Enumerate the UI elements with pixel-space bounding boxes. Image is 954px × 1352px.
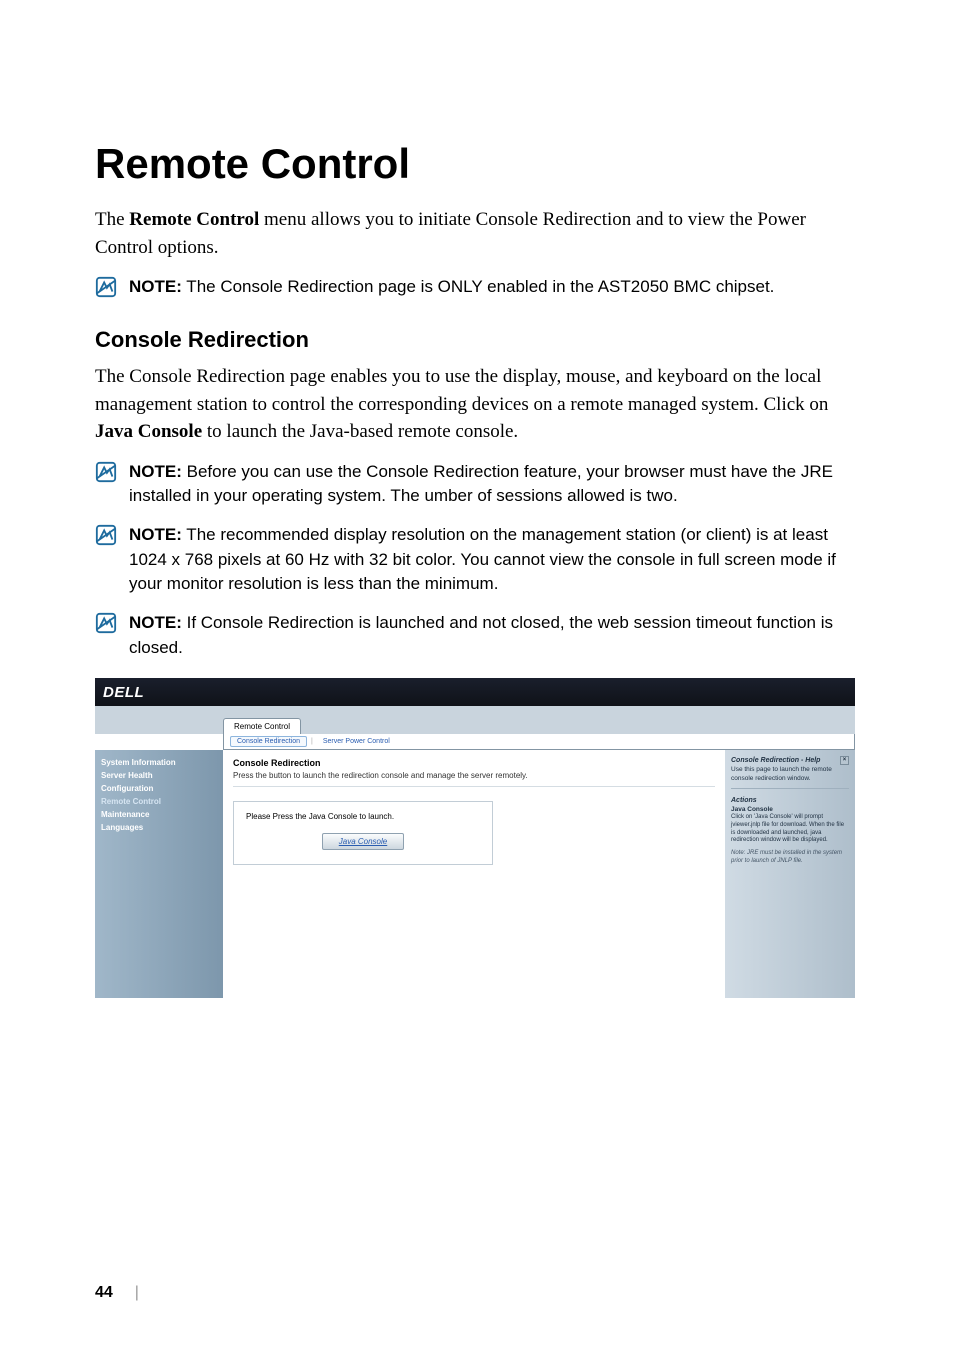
note-body: The recommended display resolution on th… [129,525,836,593]
embedded-screenshot: DELL Remote Control Console Redirection … [95,678,855,998]
subtab-server-power-control[interactable]: Server Power Control [317,737,396,746]
sidebar-item-remote-control[interactable]: Remote Control [101,795,215,808]
page-footer: 44 | [95,1284,139,1302]
section-heading: Console Redirection [95,327,859,353]
note-text: NOTE: The Console Redirection page is ON… [129,275,859,300]
note-body: If Console Redirection is launched and n… [129,613,833,657]
note-label: NOTE: [129,462,182,481]
note-block-3: NOTE: The recommended display resolution… [95,523,859,597]
note-label: NOTE: [129,277,182,296]
note-block-1: NOTE: The Console Redirection page is ON… [95,275,859,303]
note-icon [95,461,117,483]
page-title: Remote Control [95,140,859,188]
sidebar-item-languages[interactable]: Languages [101,821,215,834]
note-icon [95,612,117,634]
intro-pre: The [95,209,129,230]
ss-main-sub: Press the button to launch the redirecti… [233,771,715,787]
ss-help-title: Console Redirection - Help × [731,756,849,765]
body-pre: The Console Redirection page enables you… [95,366,828,415]
body-post: to launch the Java-based remote console. [202,421,518,442]
ss-body: System Information Server Health Configu… [95,750,855,998]
ss-help-title-text: Console Redirection - Help [731,757,820,764]
ss-panel-text: Please Press the Java Console to launch. [246,812,480,821]
note-body: Before you can use the Console Redirecti… [129,462,833,506]
ss-help-panel: Console Redirection - Help × Use this pa… [725,750,855,998]
note-label: NOTE: [129,613,182,632]
sidebar-item-system-information[interactable]: System Information [101,756,215,769]
ss-main-title: Console Redirection [233,758,715,768]
close-icon[interactable]: × [840,756,849,765]
ss-help-body: Click on 'Java Console' will prompt jvie… [731,814,849,845]
page-separator: | [135,1284,139,1302]
ss-help-desc: Use this page to launch the remote conso… [731,766,849,789]
note-icon-wrap [95,275,129,303]
note-text: NOTE: If Console Redirection is launched… [129,611,859,660]
note-icon-wrap [95,460,129,488]
tab-remote-control[interactable]: Remote Control [223,718,301,734]
subtab-console-redirection[interactable]: Console Redirection [230,736,307,747]
note-text: NOTE: The recommended display resolution… [129,523,859,597]
subtab-separator: | [311,738,313,745]
note-icon-wrap [95,523,129,551]
ss-tab-row: Remote Control [95,706,855,734]
ss-subtab-row: Console Redirection | Server Power Contr… [223,734,855,750]
sidebar-item-server-health[interactable]: Server Health [101,769,215,782]
ss-main: Console Redirection Press the button to … [223,750,725,998]
ss-help-section: Actions [731,797,849,804]
note-block-4: NOTE: If Console Redirection is launched… [95,611,859,660]
ss-help-note: Note: JRE must be installed in the syste… [731,850,849,866]
java-console-button[interactable]: Java Console [322,833,404,850]
ss-sidebar: System Information Server Health Configu… [95,750,223,998]
sidebar-item-maintenance[interactable]: Maintenance [101,808,215,821]
ss-help-item: Java Console [731,806,849,813]
note-block-2: NOTE: Before you can use the Console Red… [95,460,859,509]
note-text: NOTE: Before you can use the Console Red… [129,460,859,509]
page-number: 44 [95,1284,113,1302]
intro-paragraph: The Remote Control menu allows you to in… [95,206,859,261]
ss-launch-panel: Please Press the Java Console to launch.… [233,801,493,865]
sidebar-item-configuration[interactable]: Configuration [101,782,215,795]
note-icon [95,524,117,546]
body-bold: Java Console [95,421,202,442]
ss-topbar: DELL [95,678,855,706]
note-icon-wrap [95,611,129,639]
note-label: NOTE: [129,525,182,544]
body-paragraph: The Console Redirection page enables you… [95,363,859,446]
note-icon [95,276,117,298]
dell-logo: DELL [103,684,144,701]
note-body: The Console Redirection page is ONLY ena… [182,277,775,296]
intro-bold: Remote Control [129,209,259,230]
